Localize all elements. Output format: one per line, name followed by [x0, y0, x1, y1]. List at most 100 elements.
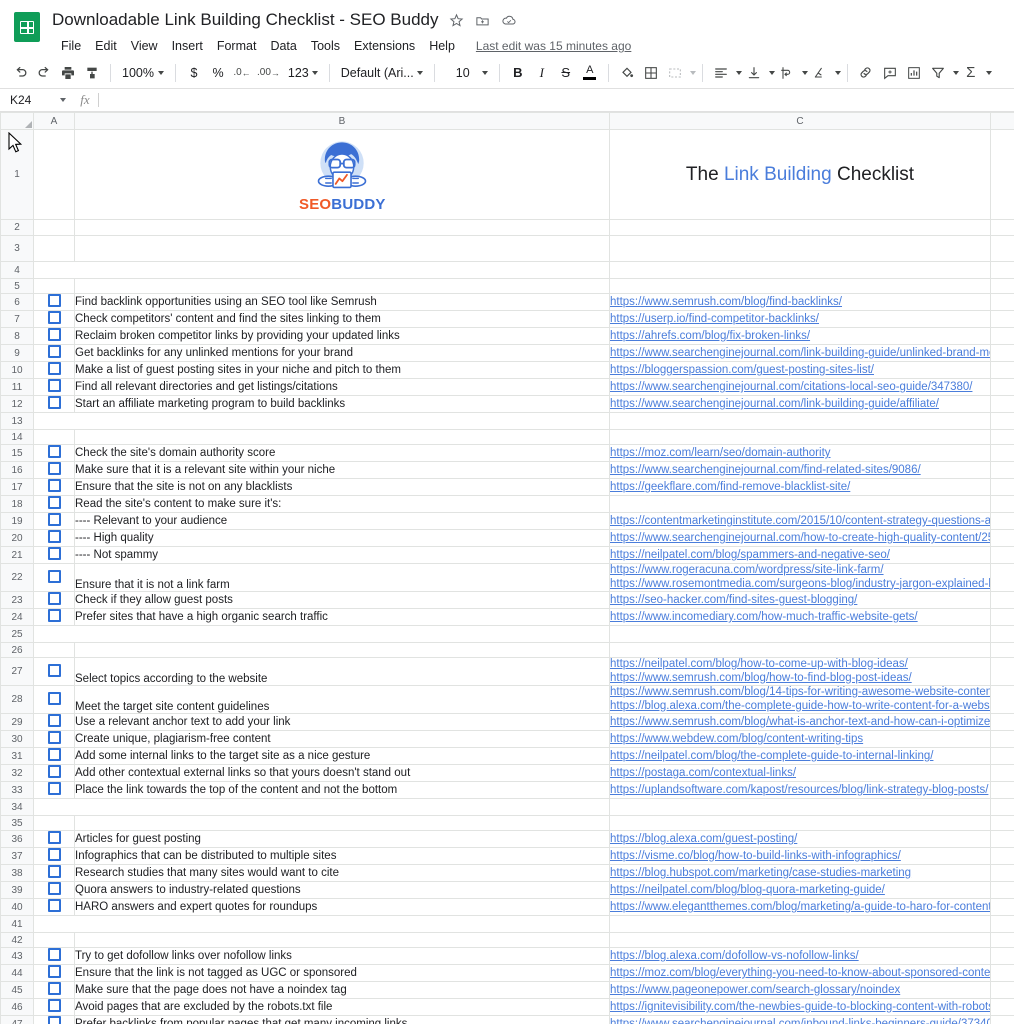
checkbox-cell[interactable] — [33, 344, 75, 362]
checkbox[interactable] — [47, 899, 61, 912]
row-header[interactable]: 37 — [0, 847, 34, 865]
checkbox[interactable] — [47, 479, 61, 492]
task-cell[interactable]: Read the site's content to make sure it'… — [74, 495, 610, 513]
task-cell[interactable]: Ensure that the link is not tagged as UG… — [74, 964, 610, 982]
row-header[interactable]: 45 — [0, 981, 34, 999]
chevron-down-icon[interactable] — [801, 70, 808, 75]
row-header[interactable]: 38 — [0, 864, 34, 882]
filter-icon[interactable] — [926, 61, 950, 85]
row-header[interactable]: 25 — [0, 625, 34, 643]
checkbox[interactable] — [47, 999, 61, 1012]
task-cell[interactable]: Add some internal links to the target si… — [74, 747, 610, 765]
row-header[interactable]: 31 — [0, 747, 34, 765]
menu-view[interactable]: View — [124, 37, 165, 55]
checkbox[interactable] — [47, 547, 61, 560]
checkbox[interactable] — [47, 530, 61, 543]
resource-link[interactable]: https://blog.hubspot.com/marketing/case-… — [611, 867, 990, 879]
checkbox-cell[interactable] — [33, 847, 75, 865]
checkbox-cell[interactable] — [33, 529, 75, 547]
checkbox[interactable] — [47, 831, 61, 844]
checkbox-cell[interactable] — [33, 310, 75, 328]
task-cell[interactable]: Make a list of guest posting sites in yo… — [74, 361, 610, 379]
checkbox[interactable] — [47, 592, 61, 605]
resource-cell[interactable]: https://userp.io/find-competitor-backlin… — [609, 310, 991, 328]
resource-cell[interactable]: https://www.searchenginejournal.com/inbo… — [609, 1015, 991, 1024]
text-color-button[interactable]: A — [578, 61, 602, 85]
task-cell[interactable]: Infographics that can be distributed to … — [74, 847, 610, 865]
checkbox[interactable] — [47, 379, 61, 392]
menu-file[interactable]: File — [54, 37, 88, 55]
checkbox[interactable] — [47, 865, 61, 878]
resource-cell[interactable]: https://www.searchenginejournal.com/link… — [609, 395, 991, 413]
checkbox[interactable] — [47, 782, 61, 795]
row-header[interactable]: 13 — [0, 412, 34, 430]
row-header[interactable]: 4 — [0, 261, 34, 279]
resource-cell[interactable]: https://neilpatel.com/blog/the-complete-… — [609, 747, 991, 765]
checkbox-cell[interactable] — [33, 361, 75, 379]
row-header[interactable]: 47 — [0, 1015, 34, 1024]
document-title[interactable]: Downloadable Link Building Checklist - S… — [52, 10, 438, 30]
checkbox-cell[interactable] — [33, 713, 75, 731]
checkbox-cell[interactable] — [33, 864, 75, 882]
select-all-corner[interactable] — [0, 112, 34, 130]
resource-link[interactable]: https://geekflare.com/find-remove-blackl… — [611, 481, 990, 493]
checkbox-cell[interactable] — [33, 512, 75, 530]
resource-cell[interactable]: https://www.semrush.com/blog/14-tips-for… — [609, 685, 991, 714]
checkbox-cell[interactable] — [33, 964, 75, 982]
resource-cell[interactable]: https://uplandsoftware.com/kapost/resour… — [609, 781, 991, 799]
print-icon[interactable] — [56, 61, 80, 85]
task-cell[interactable]: Make sure that the page does not have a … — [74, 981, 610, 999]
resource-link[interactable]: https://blog.alexa.com/guest-posting/ — [611, 833, 990, 845]
checkbox-cell[interactable] — [33, 685, 75, 714]
row-header[interactable]: 27 — [0, 657, 34, 686]
resource-cell[interactable]: https://blog.alexa.com/dofollow-vs-nofol… — [609, 947, 991, 965]
checkbox-cell[interactable] — [33, 730, 75, 748]
checkbox[interactable] — [47, 513, 61, 526]
row-header[interactable]: 1 — [0, 129, 34, 220]
bold-button[interactable]: B — [506, 61, 530, 85]
resource-cell[interactable]: https://blog.alexa.com/guest-posting/ — [609, 830, 991, 848]
cell-a1[interactable] — [33, 129, 75, 220]
row-header[interactable]: 46 — [0, 998, 34, 1016]
menu-extensions[interactable]: Extensions — [347, 37, 422, 55]
row-header[interactable]: 21 — [0, 546, 34, 564]
row-header[interactable]: 8 — [0, 327, 34, 345]
name-box[interactable]: K24 — [0, 93, 72, 107]
resource-link[interactable]: https://www.rogeracuna.com/wordpress/sit… — [611, 565, 990, 578]
checkbox[interactable] — [47, 1016, 61, 1024]
checkbox[interactable] — [47, 748, 61, 761]
task-cell[interactable]: Ensure that it is not a link farm — [74, 563, 610, 592]
resource-cell[interactable]: https://www.incomediary.com/how-much-tra… — [609, 608, 991, 626]
resource-link[interactable]: https://www.webdew.com/blog/content-writ… — [611, 733, 990, 745]
resource-link[interactable]: https://www.searchenginejournal.com/link… — [611, 347, 990, 359]
resource-link[interactable]: https://contentmarketinginstitute.com/20… — [611, 515, 990, 527]
row-header[interactable]: 30 — [0, 730, 34, 748]
font-size-selector[interactable]: 10 — [441, 61, 493, 85]
column-header-c[interactable]: C — [609, 112, 991, 130]
resource-cell[interactable]: https://contentmarketinginstitute.com/20… — [609, 512, 991, 530]
resource-link[interactable]: https://neilpatel.com/blog/blog-quora-ma… — [611, 884, 990, 896]
resource-link[interactable]: https://moz.com/blog/everything-you-need… — [611, 967, 990, 979]
insert-chart-icon[interactable] — [902, 61, 926, 85]
row-header[interactable]: 32 — [0, 764, 34, 782]
row-header[interactable]: 15 — [0, 444, 34, 462]
row-header[interactable]: 36 — [0, 830, 34, 848]
task-cell[interactable]: ---- Relevant to your audience — [74, 512, 610, 530]
resource-cell[interactable]: https://postaga.com/contextual-links/ — [609, 764, 991, 782]
resource-link[interactable]: https://ignitevisibility.com/the-newbies… — [611, 1001, 990, 1013]
zoom-selector[interactable]: 100% — [117, 61, 169, 85]
resource-cell[interactable]: https://www.webdew.com/blog/content-writ… — [609, 730, 991, 748]
menu-tools[interactable]: Tools — [304, 37, 347, 55]
checkbox[interactable] — [47, 345, 61, 358]
row-header[interactable]: 22 — [0, 563, 34, 592]
task-cell[interactable]: Get backlinks for any unlinked mentions … — [74, 344, 610, 362]
google-sheets-icon[interactable] — [14, 12, 44, 42]
task-cell[interactable]: Check if they allow guest posts — [74, 591, 610, 609]
menu-insert[interactable]: Insert — [165, 37, 210, 55]
chevron-down-icon[interactable] — [952, 70, 959, 75]
checkbox-cell[interactable] — [33, 998, 75, 1016]
decrease-decimal-button[interactable]: .0 ← — [230, 61, 254, 85]
checkbox[interactable] — [47, 569, 61, 583]
chevron-down-icon[interactable] — [985, 70, 992, 75]
row-header[interactable]: 42 — [0, 932, 34, 948]
